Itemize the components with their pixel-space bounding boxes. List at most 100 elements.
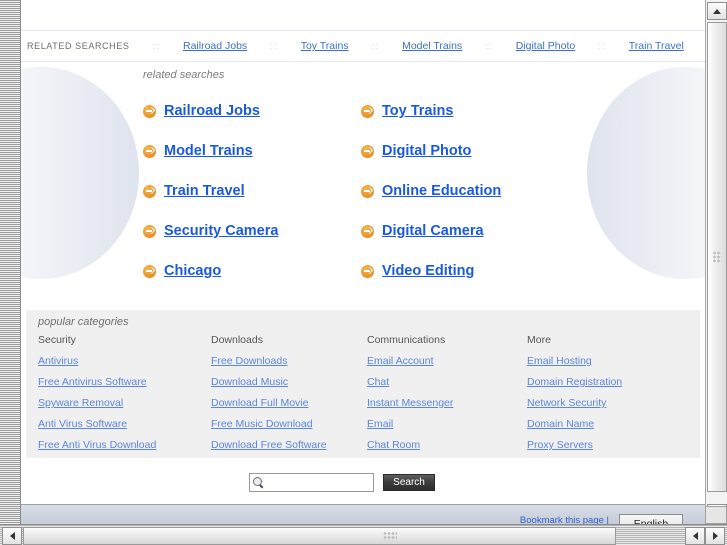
scrollbar-grip-icon	[383, 531, 398, 541]
arrow-circle-right-icon	[361, 104, 374, 118]
list-item[interactable]: Digital Camera	[361, 211, 579, 251]
category-link-anti-virus-software[interactable]: Anti Virus Software	[38, 418, 211, 430]
main-link-chicago[interactable]: Chicago	[164, 263, 221, 279]
strip-separator-3: ::	[485, 41, 493, 51]
category-link-domain-name[interactable]: Domain Name	[527, 418, 687, 430]
arrow-circle-right-icon	[143, 224, 156, 238]
search-bar: Search	[249, 473, 435, 492]
category-link-download-full-movie[interactable]: Download Full Movie	[211, 397, 367, 409]
category-column-communications: Communications Email Account Chat Instan…	[367, 334, 527, 460]
scrollbar-grip-icon	[712, 251, 722, 263]
category-link-free-music-download[interactable]: Free Music Download	[211, 418, 367, 430]
horizontal-scrollbar-thumb[interactable]	[23, 527, 616, 545]
arrow-circle-right-icon	[143, 144, 156, 158]
category-title: Communications	[367, 334, 446, 346]
category-title: Downloads	[211, 334, 263, 346]
vertical-scrollbar[interactable]	[705, 0, 727, 524]
arrow-circle-right-icon	[361, 184, 374, 198]
related-searches-grid: Railroad Jobs Toy Trains Model Trains Di…	[143, 91, 623, 289]
category-title: More	[527, 334, 551, 346]
main-link-online-education[interactable]: Online Education	[382, 183, 501, 199]
related-searches-heading: related searches	[143, 69, 225, 81]
triangle-left-icon	[692, 532, 698, 540]
category-link-email[interactable]: Email	[367, 418, 527, 430]
arrow-circle-right-icon	[361, 144, 374, 158]
main-link-video-editing[interactable]: Video Editing	[382, 263, 474, 279]
category-link-email-hosting[interactable]: Email Hosting	[527, 355, 687, 367]
footer-bar: Bookmark this page | English	[21, 504, 705, 524]
triangle-left-icon	[9, 532, 15, 540]
strip-link-digital-photo[interactable]: Digital Photo	[516, 40, 576, 52]
scroll-left-button[interactable]	[2, 527, 22, 545]
main-link-digital-camera[interactable]: Digital Camera	[382, 223, 484, 239]
category-link-chat[interactable]: Chat	[367, 376, 527, 388]
list-item[interactable]: Security Camera	[143, 211, 361, 251]
strip-link-model-trains[interactable]: Model Trains	[402, 40, 462, 52]
search-button[interactable]: Search	[383, 474, 435, 491]
bookmark-this-page-link[interactable]: Bookmark this page |	[520, 515, 609, 524]
browser-window: RELATED SEARCHES :: Railroad Jobs :: Toy…	[0, 0, 727, 545]
category-column-security: Security Antivirus Free Antivirus Softwa…	[38, 334, 211, 460]
related-searches-label: RELATED SEARCHES	[27, 41, 130, 51]
popular-categories-grid: Security Antivirus Free Antivirus Softwa…	[38, 334, 688, 460]
decorative-circle-left	[21, 67, 139, 279]
horizontal-scrollbar[interactable]	[0, 524, 727, 545]
list-item[interactable]: Video Editing	[361, 251, 579, 289]
language-select[interactable]: English	[619, 514, 683, 524]
scroll-right-button[interactable]	[705, 527, 725, 545]
category-link-instant-messenger[interactable]: Instant Messenger	[367, 397, 527, 409]
search-input[interactable]	[267, 475, 371, 490]
list-item[interactable]: Online Education	[361, 171, 579, 211]
list-item[interactable]: Railroad Jobs	[143, 91, 361, 131]
category-link-email-account[interactable]: Email Account	[367, 355, 527, 367]
arrow-circle-right-icon	[143, 184, 156, 198]
category-column-downloads: Downloads Free Downloads Download Music …	[211, 334, 367, 460]
main-link-security-camera[interactable]: Security Camera	[164, 223, 278, 239]
search-input-wrapper[interactable]	[249, 473, 374, 492]
category-link-free-downloads[interactable]: Free Downloads	[211, 355, 367, 367]
triangle-up-icon	[713, 8, 721, 14]
strip-link-train-travel[interactable]: Train Travel	[629, 40, 684, 52]
list-item[interactable]: Toy Trains	[361, 91, 579, 131]
main-link-digital-photo[interactable]: Digital Photo	[382, 143, 471, 159]
category-link-download-music[interactable]: Download Music	[211, 376, 367, 388]
scroll-left-button-secondary[interactable]	[685, 527, 705, 545]
window-left-frame	[0, 0, 21, 524]
main-link-train-travel[interactable]: Train Travel	[164, 183, 245, 199]
strip-separator-2: ::	[371, 41, 379, 51]
strip-link-railroad-jobs[interactable]: Railroad Jobs	[183, 40, 247, 52]
category-title: Security	[38, 334, 76, 346]
popular-categories-panel: popular categories Security Antivirus Fr…	[26, 310, 700, 458]
arrow-circle-right-icon	[361, 264, 374, 278]
vertical-scrollbar-thumb[interactable]	[707, 22, 727, 492]
page-content: RELATED SEARCHES :: Railroad Jobs :: Toy…	[21, 0, 705, 524]
category-link-proxy-servers[interactable]: Proxy Servers	[527, 439, 687, 451]
arrow-circle-right-icon	[361, 224, 374, 238]
scroll-up-button[interactable]	[707, 2, 727, 20]
list-item[interactable]: Model Trains	[143, 131, 361, 171]
strip-separator-0: ::	[152, 41, 160, 51]
popular-categories-heading: popular categories	[38, 316, 129, 328]
related-searches-section: related searches Railroad Jobs Toy Train…	[21, 61, 705, 289]
list-item[interactable]: Digital Photo	[361, 131, 579, 171]
category-link-network-security[interactable]: Network Security	[527, 397, 687, 409]
strip-separator-4: ::	[598, 41, 606, 51]
category-link-domain-registration[interactable]: Domain Registration	[527, 376, 687, 388]
related-searches-strip: RELATED SEARCHES :: Railroad Jobs :: Toy…	[21, 30, 705, 62]
main-link-toy-trains[interactable]: Toy Trains	[382, 103, 453, 119]
category-link-free-antivirus-software[interactable]: Free Antivirus Software	[38, 376, 211, 388]
list-item[interactable]: Chicago	[143, 251, 361, 289]
category-link-spyware-removal[interactable]: Spyware Removal	[38, 397, 211, 409]
category-link-free-anti-virus-download[interactable]: Free Anti Virus Download	[38, 439, 211, 451]
main-link-model-trains[interactable]: Model Trains	[164, 143, 253, 159]
category-column-more: More Email Hosting Domain Registration N…	[527, 334, 687, 460]
main-link-railroad-jobs[interactable]: Railroad Jobs	[164, 103, 260, 119]
scrollbar-corner	[705, 506, 727, 524]
list-item[interactable]: Train Travel	[143, 171, 361, 211]
strip-link-toy-trains[interactable]: Toy Trains	[301, 40, 349, 52]
category-link-antivirus[interactable]: Antivirus	[38, 355, 211, 367]
magnifier-icon	[253, 477, 264, 488]
category-link-chat-room[interactable]: Chat Room	[367, 439, 527, 451]
triangle-right-icon	[712, 532, 718, 540]
category-link-download-free-software[interactable]: Download Free Software	[211, 439, 367, 451]
